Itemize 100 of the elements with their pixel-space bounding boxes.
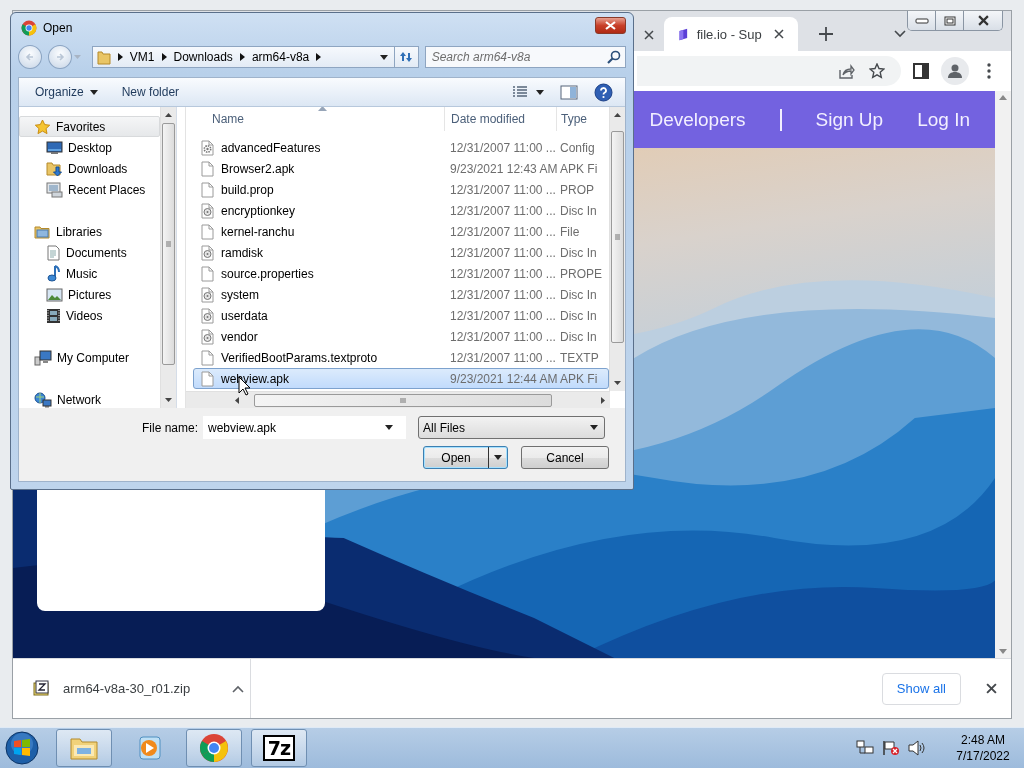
file-type: File [559, 224, 580, 239]
file-row[interactable]: ramdisk 12/31/2007 11:00 ... Disc In [193, 242, 609, 263]
close-button[interactable] [595, 16, 626, 34]
file-row[interactable]: advancedFeatures 12/31/2007 11:00 ... Config [193, 137, 609, 158]
clock-date[interactable]: 7/17/2022 [956, 748, 1010, 764]
browser-button[interactable] [186, 729, 242, 767]
forward-arrow-icon [54, 52, 65, 62]
list-view-icon [512, 86, 528, 98]
horizontal-scrollbar[interactable] [186, 391, 610, 408]
file-name-input[interactable]: webview.apk [208, 420, 379, 435]
breadcrumb-item[interactable]: VM1 [129, 50, 155, 64]
file-row[interactable]: kernel-ranchu 12/31/2007 11:00 ... File [193, 221, 609, 242]
bookmark-star-icon[interactable] [869, 63, 885, 79]
address-bar[interactable]: VM1 Downloads arm64-v8a [91, 46, 419, 68]
scroll-down-arrow-icon [614, 381, 621, 385]
profile-button[interactable] [941, 57, 969, 85]
file-name: system [221, 287, 259, 302]
file-icon [200, 349, 215, 366]
nav-link[interactable]: Developers [649, 108, 746, 131]
file-list-scrollbar[interactable] [609, 107, 625, 391]
network-status-icon[interactable] [856, 740, 874, 756]
show-all-button[interactable]: Show all [881, 672, 961, 705]
close-button[interactable] [964, 11, 1002, 30]
archiver-button[interactable]: 7z [251, 729, 307, 767]
action-center-flag-icon[interactable] [882, 740, 900, 756]
start-button[interactable] [2, 729, 42, 767]
file-type: PROPE [559, 266, 602, 281]
computer-icon [34, 349, 52, 366]
organize-menu-button[interactable]: Organize [27, 83, 106, 101]
downloads-folder-icon [46, 160, 63, 177]
caret-icon [590, 425, 598, 430]
close-icon [985, 683, 997, 694]
library-icon [34, 224, 51, 239]
file-type: Disc In [559, 308, 597, 323]
nav-link[interactable]: Sign Up [815, 108, 884, 131]
caret-icon [379, 54, 388, 60]
search-field[interactable]: Search arm64-v8a [424, 46, 626, 68]
folder-icon [69, 735, 99, 761]
file-row[interactable]: vendor 12/31/2007 11:00 ... Disc In [193, 326, 609, 347]
file-type-dropdown[interactable]: All Files [418, 416, 605, 439]
nav-item[interactable]: Music [19, 263, 160, 284]
file-name-field[interactable]: webview.apk [203, 416, 406, 439]
minimize-button[interactable] [908, 11, 936, 30]
breadcrumb-item[interactable]: arm64-v8a [251, 50, 310, 64]
file-type: Disc In [559, 329, 597, 344]
browser-logo-icon [199, 733, 229, 763]
file-name: source.properties [221, 266, 314, 281]
date-modified: 12/31/2007 11:00 ... [449, 203, 556, 218]
file-row[interactable]: source.properties 12/31/2007 11:00 ... PROPE [193, 263, 609, 284]
search-input[interactable]: Search arm64-v8a [431, 50, 607, 64]
browser-tab[interactable]: file.io - Sup [664, 17, 798, 51]
cancel-button[interactable]: Cancel [521, 446, 609, 469]
music-note-icon [46, 265, 61, 282]
file-row[interactable]: VerifiedBootParams.textproto 12/31/2007 11:00 ... TEXTP [193, 347, 609, 368]
close-icon [644, 30, 654, 40]
volume-icon[interactable] [908, 740, 926, 756]
breadcrumb-item[interactable]: Downloads [173, 50, 233, 64]
file-row[interactable]: build.prop 12/31/2007 11:00 ... PROP [193, 179, 609, 200]
person-icon [947, 63, 963, 79]
clock-time[interactable]: 2:48 AM [961, 732, 1005, 748]
nav-item[interactable]: Pictures [19, 284, 160, 305]
nav-item[interactable]: Videos [19, 305, 160, 326]
nav-item[interactable]: Documents [19, 242, 160, 263]
column-header[interactable]: Name [186, 107, 445, 131]
file-name: ramdisk [221, 245, 263, 260]
open-button[interactable]: Open [423, 446, 508, 469]
scroll-down-arrow-icon [999, 649, 1007, 654]
scroll-up-arrow-icon [614, 113, 621, 117]
file-name: build.prop [221, 182, 274, 197]
nav-item[interactable]: Libraries [19, 221, 160, 242]
toolbar-button[interactable]: New folder [113, 83, 188, 101]
file-row[interactable]: system 12/31/2007 11:00 ... Disc In [193, 284, 609, 305]
grip-icon [166, 241, 171, 247]
file-row[interactable]: userdata 12/31/2007 11:00 ... Disc In [193, 305, 609, 326]
close-icon [773, 29, 784, 39]
column-header[interactable]: Type [557, 107, 609, 131]
file-row[interactable]: Browser2.apk 9/23/2021 12:43 AM APK Fi [193, 158, 609, 179]
minimize-icon [914, 17, 929, 24]
nav-item[interactable]: Network [19, 389, 160, 408]
app-icon [21, 20, 37, 36]
nav-item[interactable]: Favorites [19, 116, 160, 137]
file-explorer-button[interactable] [56, 729, 112, 767]
column-header[interactable]: Date modified [445, 107, 557, 131]
help-icon [594, 82, 613, 102]
nav-item[interactable]: Downloads [19, 158, 160, 179]
nav-item[interactable]: Desktop [19, 137, 160, 158]
chevron-icon [161, 53, 167, 61]
download-file-name[interactable]: arm64-v8a-30_r01.zip [63, 681, 214, 696]
file-type: Config [559, 140, 595, 155]
file-row[interactable]: encryptionkey 12/31/2007 11:00 ... Disc In [193, 200, 609, 221]
grip-icon [615, 234, 620, 240]
nav-scrollbar[interactable] [160, 107, 176, 408]
file-row[interactable]: webview.apk 9/23/2021 12:44 AM APK Fi [193, 368, 609, 389]
maximize-button[interactable] [936, 11, 964, 30]
disc-image-file-icon [200, 286, 215, 303]
nav-link[interactable]: Log In [917, 108, 970, 131]
share-icon[interactable] [838, 63, 855, 79]
page-scrollbar[interactable] [995, 91, 1011, 658]
nav-item[interactable]: Recent Places [19, 179, 160, 200]
nav-item[interactable]: My Computer [19, 347, 160, 368]
